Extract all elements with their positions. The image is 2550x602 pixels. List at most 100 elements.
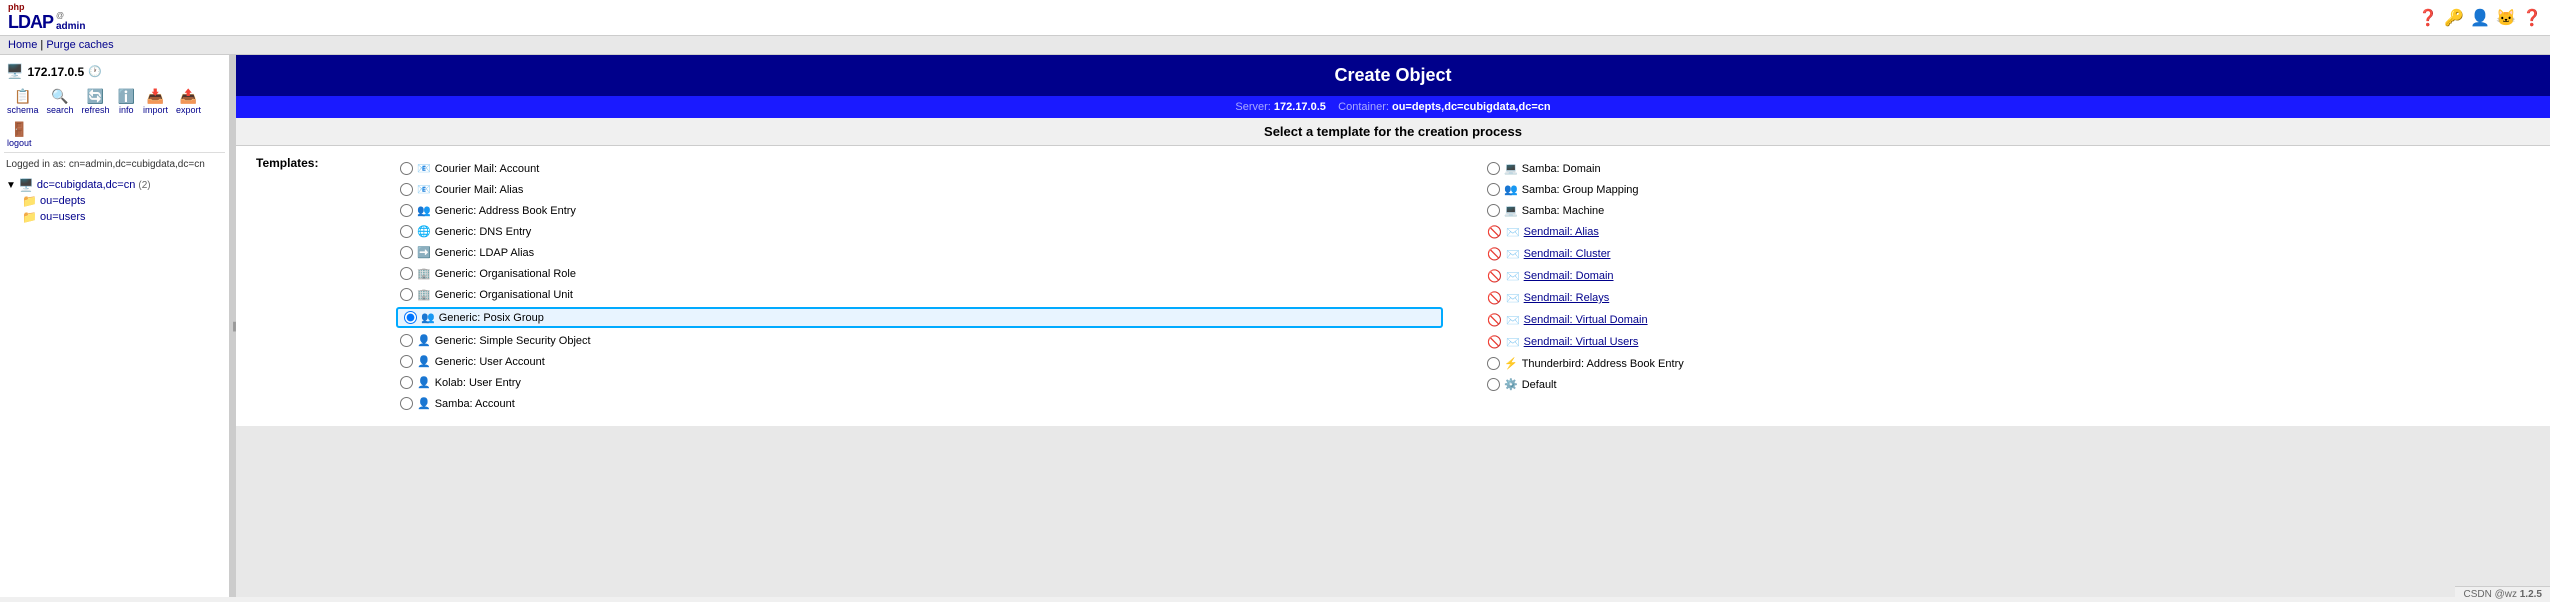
tree-root-icon: 🖥️ [19,178,34,192]
template-generic-address-book: 👥 Generic: Address Book Entry [396,202,1443,219]
samba-account-label[interactable]: Samba: Account [435,398,515,410]
tree-root-item[interactable]: ▼ 🖥️ dc=cubigdata,dc=cn (2) [4,177,225,193]
ldap-label: LDAP [8,13,53,31]
template-default: ⚙️ Default [1483,376,2530,393]
courier-alias-icon: 📧 [417,183,431,196]
main-content: Create Object Server: 172.17.0.5 Contain… [236,55,2550,597]
sendmail-alias-link[interactable]: Sendmail: Alias [1524,226,1599,238]
info-icon[interactable]: ❓ [2522,8,2542,28]
import-button[interactable]: 📥 import [140,86,171,117]
courier-account-label[interactable]: Courier Mail: Account [435,163,540,175]
home-link[interactable]: Home [8,39,37,51]
radio-samba-machine[interactable] [1487,204,1500,217]
template-kolab-user: 👤 Kolab: User Entry [396,374,1443,391]
sendmail-vusers-mail-icon: ✉️ [1506,336,1520,349]
courier-alias-label[interactable]: Courier Mail: Alias [435,184,524,196]
server-monitor-icon: 🖥️ [6,63,23,80]
schema-button[interactable]: 📋 schema [4,86,42,117]
server-ip: 172.17.0.5 [27,65,84,79]
server-info-bar: Server: 172.17.0.5 Container: ou=depts,d… [236,96,2550,118]
default-label[interactable]: Default [1522,379,1557,391]
template-samba-domain: 💻 Samba: Domain [1483,160,2530,177]
refresh-button[interactable]: 🔄 refresh [79,86,113,117]
tree-root-count: (2) [138,180,150,191]
import-icon: 📥 [147,88,164,105]
radio-kolab-user[interactable] [400,376,413,389]
server-value: 172.17.0.5 [1274,101,1326,113]
app-logo: php LDAP @ admin [8,3,85,32]
sendmail-domain-link[interactable]: Sendmail: Domain [1524,270,1614,282]
user-icon[interactable]: 👤 [2470,8,2490,28]
radio-thunderbird-address[interactable] [1487,357,1500,370]
radio-samba-account[interactable] [400,397,413,410]
radio-samba-domain[interactable] [1487,162,1500,175]
tree-item-depts[interactable]: 📁 ou=depts [20,193,225,209]
depts-link[interactable]: ou=depts [40,195,86,207]
radio-default[interactable] [1487,378,1500,391]
sendmail-vdomain-link[interactable]: Sendmail: Virtual Domain [1524,314,1648,326]
generic-org-role-label[interactable]: Generic: Organisational Role [435,268,576,280]
radio-generic-org-role[interactable] [400,267,413,280]
samba-domain-label[interactable]: Samba: Domain [1522,163,1601,175]
export-button[interactable]: 📤 export [173,86,204,117]
samba-account-icon: 👤 [417,397,431,410]
help-icon[interactable]: ❓ [2418,8,2438,28]
tree-root-node: ▼ 🖥️ dc=cubigdata,dc=cn (2) 📁 ou=depts [4,176,225,226]
template-generic-simple-security: 👤 Generic: Simple Security Object [396,332,1443,349]
users-link[interactable]: ou=users [40,211,86,223]
logout-button[interactable]: 🚪 logout [4,119,35,150]
org-role-icon: 🏢 [417,267,431,280]
samba-machine-label[interactable]: Samba: Machine [1522,205,1605,217]
radio-generic-user-account[interactable] [400,355,413,368]
sendmail-domain-mail-icon: ✉️ [1506,270,1520,283]
tree-root-link[interactable]: dc=cubigdata,dc=cn (2) [37,179,151,191]
radio-courier-alias[interactable] [400,183,413,196]
template-generic-ldap-alias: ➡️ Generic: LDAP Alias [396,244,1443,261]
samba-group-mapping-icon: 👥 [1504,183,1518,196]
top-icon-group: ❓ 🔑 👤 🐱 ❓ [2418,8,2542,28]
users-icon: 📁 [22,210,37,224]
thunderbird-address-label[interactable]: Thunderbird: Address Book Entry [1522,358,1684,370]
generic-dns-label[interactable]: Generic: DNS Entry [435,226,532,238]
template-generic-user-account: 👤 Generic: User Account [396,353,1443,370]
info-toolbar-icon: ℹ️ [118,88,135,105]
radio-generic-posix-group[interactable] [404,311,417,324]
radio-generic-address-book[interactable] [400,204,413,217]
tree-item-users[interactable]: 📁 ou=users [20,209,225,225]
sendmail-relays-link[interactable]: Sendmail: Relays [1524,292,1610,304]
radio-samba-group-mapping[interactable] [1487,183,1500,196]
purge-caches-link[interactable]: Purge caches [46,39,113,51]
info-button[interactable]: ℹ️ info [115,86,138,117]
login-info-text: Logged in as: cn=admin,dc=cubigdata,dc=c… [6,159,205,170]
template-samba-account: 👤 Samba: Account [396,395,1443,412]
users-label: ou=users [40,211,86,223]
radio-generic-org-unit[interactable] [400,288,413,301]
schema-label: schema [7,105,39,115]
search-button[interactable]: 🔍 search [44,86,77,117]
radio-generic-dns[interactable] [400,225,413,238]
select-template-bar: Select a template for the creation proce… [236,118,2550,146]
key-icon[interactable]: 🔑 [2444,8,2464,28]
warning-icon[interactable]: 🐱 [2496,8,2516,28]
server-label: Server: [1235,101,1274,113]
kolab-user-label[interactable]: Kolab: User Entry [435,377,521,389]
sendmail-vdomain-mail-icon: ✉️ [1506,314,1520,327]
generic-org-unit-label[interactable]: Generic: Organisational Unit [435,289,573,301]
radio-courier-account[interactable] [400,162,413,175]
sendmail-cluster-link[interactable]: Sendmail: Cluster [1524,248,1611,260]
radio-generic-ldap-alias[interactable] [400,246,413,259]
samba-group-mapping-label[interactable]: Samba: Group Mapping [1522,184,1639,196]
dns-icon: 🌐 [417,225,431,238]
generic-ldap-alias-label[interactable]: Generic: LDAP Alias [435,247,534,259]
sendmail-alias-mail-icon: ✉️ [1506,226,1520,239]
generic-posix-group-label[interactable]: Generic: Posix Group [439,312,544,324]
generic-user-account-label[interactable]: Generic: User Account [435,356,545,368]
sendmail-vusers-link[interactable]: Sendmail: Virtual Users [1524,336,1639,348]
tree-children: 📁 ou=depts 📁 ou=users [4,193,225,225]
generic-address-book-label[interactable]: Generic: Address Book Entry [435,205,576,217]
clock-icon[interactable]: 🕐 [88,65,102,78]
toolbar: 📋 schema 🔍 search 🔄 refresh ℹ️ info 📥 im… [4,84,225,153]
radio-generic-simple-security[interactable] [400,334,413,347]
search-label: search [47,105,74,115]
generic-simple-security-label[interactable]: Generic: Simple Security Object [435,335,591,347]
